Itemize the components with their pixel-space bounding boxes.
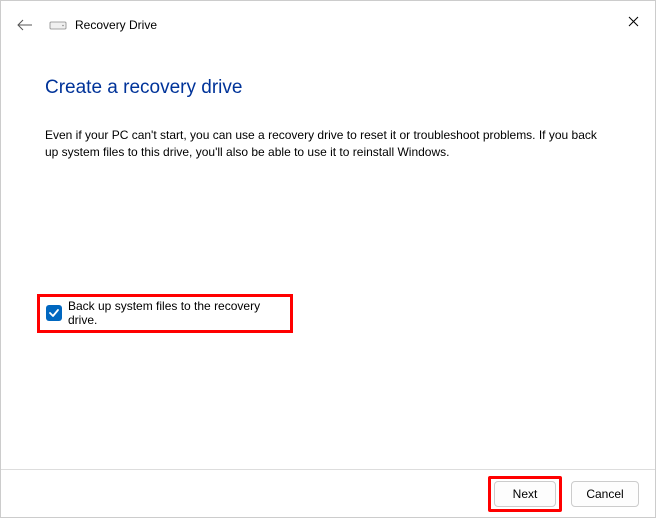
titlebar: Recovery Drive: [1, 1, 655, 49]
backup-checkbox-row[interactable]: Back up system files to the recovery dri…: [37, 294, 293, 333]
content-area: Create a recovery drive Even if your PC …: [1, 49, 655, 333]
page-heading: Create a recovery drive: [45, 77, 617, 99]
cancel-button[interactable]: Cancel: [571, 481, 639, 507]
drive-icon: [49, 19, 67, 31]
next-button-highlight: Next: [488, 476, 562, 512]
backup-checkbox[interactable]: [46, 305, 62, 321]
page-description: Even if your PC can't start, you can use…: [45, 127, 617, 162]
back-arrow-icon[interactable]: [17, 19, 33, 31]
footer: Next Cancel: [1, 469, 655, 517]
window-title: Recovery Drive: [75, 18, 157, 32]
backup-checkbox-label: Back up system files to the recovery dri…: [68, 299, 280, 327]
close-icon[interactable]: [625, 13, 641, 29]
next-button[interactable]: Next: [494, 481, 556, 507]
